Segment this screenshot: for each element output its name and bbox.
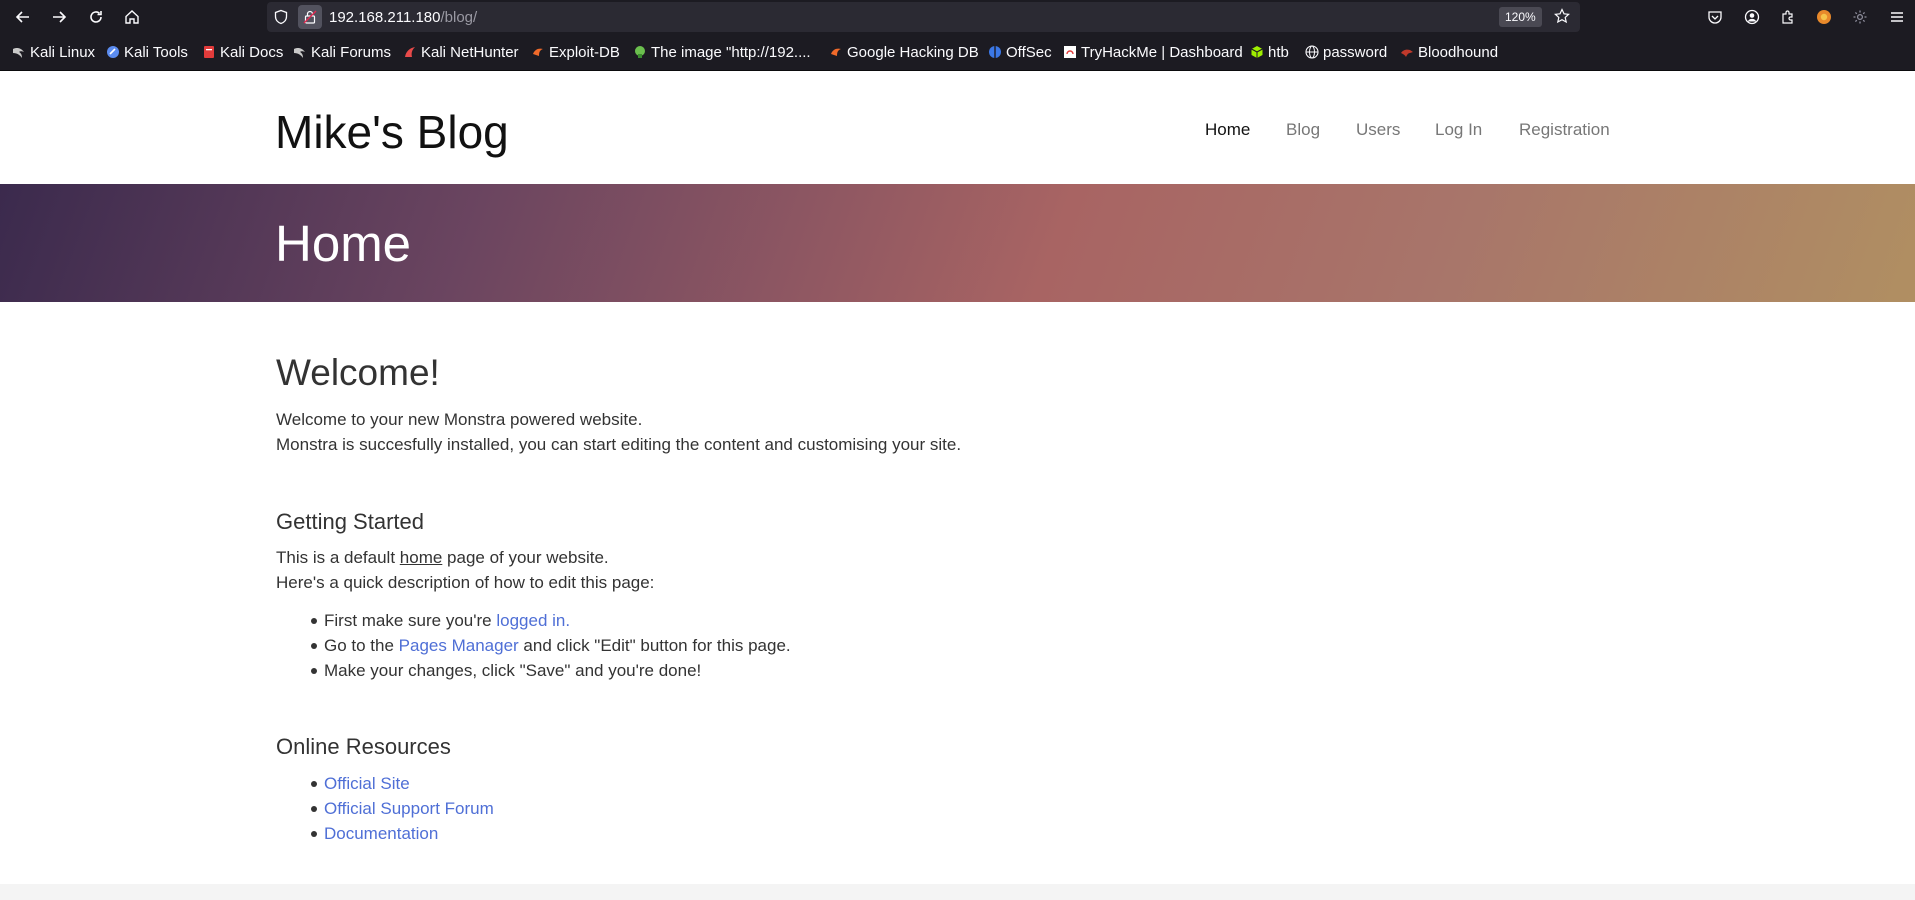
htb-cube-icon (1250, 45, 1264, 59)
list-item: Official Site (311, 774, 410, 794)
home-button[interactable] (120, 5, 144, 29)
hero-title: Home (275, 215, 412, 272)
logged-in-link[interactable]: logged in. (496, 611, 570, 630)
pages-manager-link[interactable]: Pages Manager (399, 636, 519, 655)
image-icon (633, 45, 647, 59)
kali-tools-icon (106, 45, 120, 59)
getting-started-line-1: This is a default home page of your webs… (276, 548, 609, 567)
nav-blog[interactable]: Blog (1286, 120, 1320, 140)
bullet-icon (311, 831, 317, 837)
back-button[interactable] (11, 5, 35, 29)
foxyproxy-icon[interactable] (1812, 5, 1836, 29)
kali-dragon-icon (293, 45, 307, 59)
welcome-heading: Welcome! (276, 352, 440, 393)
bookmark-item[interactable]: Google Hacking DB (829, 43, 979, 61)
ghdb-icon (829, 45, 843, 59)
bookmarks-toolbar: Kali Linux Kali Tools Kali Docs Kali For… (0, 34, 1915, 71)
url-text[interactable]: 192.168.211.180/blog/ (329, 9, 477, 26)
bookmark-item[interactable]: Exploit-DB (531, 43, 620, 61)
bullet-icon (311, 668, 317, 674)
kali-docs-icon (202, 45, 216, 59)
settings-gear-icon[interactable] (1848, 5, 1872, 29)
extensions-icon[interactable] (1776, 5, 1800, 29)
reload-button[interactable] (84, 5, 108, 29)
intro-line-2: Monstra is succesfully installed, you ca… (276, 435, 962, 454)
pocket-icon[interactable] (1703, 5, 1727, 29)
kali-dragon-icon (12, 45, 26, 59)
bookmark-item[interactable]: Kali Forums (293, 43, 391, 61)
reload-icon (90, 11, 102, 23)
list-item: Make your changes, click "Save" and you'… (311, 661, 701, 681)
site-header: Mike's Blog Home Blog Users Log In Regis… (0, 71, 1915, 184)
zoom-level-badge[interactable]: 120% (1499, 7, 1542, 27)
exploitdb-icon (531, 45, 545, 59)
home-inline-link[interactable]: home (400, 548, 443, 567)
tryhackme-icon (1063, 45, 1077, 59)
support-forum-link[interactable]: Official Support Forum (324, 799, 494, 818)
online-resources-heading: Online Resources (276, 734, 451, 759)
bullet-icon (311, 806, 317, 812)
bookmark-item[interactable]: OffSec (988, 43, 1052, 61)
official-site-link[interactable]: Official Site (324, 774, 410, 793)
bookmark-item[interactable]: Kali Tools (106, 43, 188, 61)
forward-arrow-icon (53, 11, 67, 23)
getting-started-line-2: Here's a quick description of how to edi… (276, 573, 655, 592)
url-host: 192.168.211.180 (329, 9, 441, 26)
bullet-icon (311, 618, 317, 624)
bookmark-item[interactable]: TryHackMe | Dashboard (1063, 43, 1243, 61)
bookmark-item[interactable]: Kali NetHunter (403, 43, 519, 61)
back-arrow-icon (15, 11, 29, 23)
bookmark-item[interactable]: password (1305, 43, 1387, 61)
insecure-lock-icon[interactable] (298, 5, 322, 29)
nav-registration[interactable]: Registration (1519, 120, 1610, 140)
hero-banner: Home (0, 184, 1915, 302)
globe-icon (1305, 45, 1319, 59)
offsec-icon (988, 45, 1002, 59)
list-item: Documentation (311, 824, 438, 844)
nethunter-icon (403, 45, 417, 59)
url-bar[interactable]: 192.168.211.180/blog/ 120% (267, 2, 1580, 32)
nav-users[interactable]: Users (1356, 120, 1400, 140)
list-item: Official Support Forum (311, 799, 494, 819)
bookmark-item[interactable]: The image "http://192.... (633, 43, 811, 61)
site-brand[interactable]: Mike's Blog (275, 105, 509, 159)
intro-line-1: Welcome to your new Monstra powered webs… (276, 410, 643, 429)
bookmark-star-icon[interactable] (1554, 8, 1570, 29)
footer-band (0, 884, 1915, 900)
nav-login[interactable]: Log In (1435, 120, 1482, 140)
bookmark-item[interactable]: Kali Linux (12, 43, 95, 61)
list-item: First make sure you're logged in. (311, 611, 570, 631)
url-path: /blog/ (440, 9, 478, 26)
getting-started-heading: Getting Started (276, 509, 424, 534)
bookmark-item[interactable]: htb (1250, 43, 1289, 61)
hamburger-menu-icon[interactable] (1885, 5, 1909, 29)
shield-icon[interactable] (273, 9, 289, 30)
documentation-link[interactable]: Documentation (324, 824, 438, 843)
list-item: Go to the Pages Manager and click "Edit"… (311, 636, 791, 656)
account-icon[interactable] (1740, 5, 1764, 29)
bookmark-item[interactable]: Kali Docs (202, 43, 283, 61)
browser-toolbar: 192.168.211.180/blog/ 120% (0, 0, 1915, 34)
nav-home[interactable]: Home (1205, 120, 1250, 140)
bloodhound-icon (1400, 45, 1414, 59)
bookmark-item[interactable]: Bloodhound (1400, 43, 1498, 61)
forward-button[interactable] (47, 5, 71, 29)
bullet-icon (311, 781, 317, 787)
bullet-icon (311, 643, 317, 649)
home-icon (125, 10, 139, 24)
